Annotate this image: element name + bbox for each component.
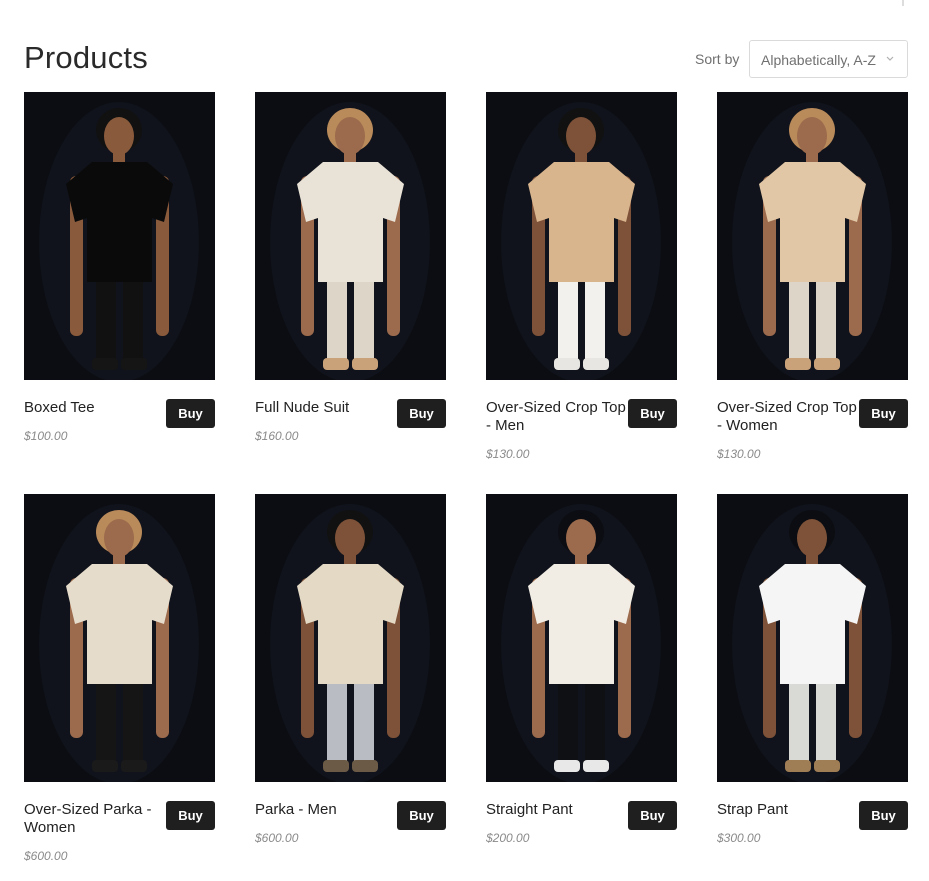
buy-button[interactable]: Buy: [166, 399, 215, 428]
buy-button[interactable]: Buy: [397, 801, 446, 830]
product-name[interactable]: Straight Pant: [486, 801, 626, 819]
product-image[interactable]: [24, 92, 215, 380]
buy-button[interactable]: Buy: [166, 801, 215, 830]
product-name[interactable]: Parka - Men: [255, 801, 395, 819]
product-card[interactable]: Full Nude Suit $160.00 Buy: [255, 92, 446, 472]
product-name[interactable]: Over-Sized Crop Top - Women: [717, 399, 857, 435]
product-price: $130.00: [486, 447, 530, 461]
page-title: Products: [24, 40, 148, 75]
product-image[interactable]: [255, 494, 446, 782]
product-image[interactable]: [717, 494, 908, 782]
product-name[interactable]: Strap Pant: [717, 801, 857, 819]
product-name[interactable]: Over-Sized Crop Top - Men: [486, 399, 626, 435]
chevron-down-icon: [886, 56, 894, 61]
product-image[interactable]: [24, 494, 215, 782]
buy-button[interactable]: Buy: [859, 399, 908, 428]
product-price: $100.00: [24, 429, 68, 443]
product-image[interactable]: [255, 92, 446, 380]
product-card[interactable]: Over-Sized Crop Top - Men $130.00 Buy: [486, 92, 677, 472]
product-card[interactable]: Parka - Men $600.00 Buy: [255, 494, 446, 874]
product-card[interactable]: Strap Pant $300.00 Buy: [717, 494, 908, 874]
product-card[interactable]: Straight Pant $200.00 Buy: [486, 494, 677, 874]
buy-button[interactable]: Buy: [628, 399, 677, 428]
buy-button[interactable]: Buy: [859, 801, 908, 830]
product-price: $600.00: [24, 849, 68, 863]
product-name[interactable]: Over-Sized Parka - Women: [24, 801, 164, 837]
product-card[interactable]: Over-Sized Crop Top - Women $130.00 Buy: [717, 92, 908, 472]
product-price: $130.00: [717, 447, 761, 461]
product-price: $160.00: [255, 429, 299, 443]
product-image[interactable]: [486, 92, 677, 380]
product-image[interactable]: [717, 92, 908, 380]
sort-by-label: Sort by: [695, 51, 740, 67]
product-image[interactable]: [486, 494, 677, 782]
product-card[interactable]: Boxed Tee $100.00 Buy: [24, 92, 215, 472]
product-name[interactable]: Boxed Tee: [24, 399, 164, 417]
product-name[interactable]: Full Nude Suit: [255, 399, 395, 417]
buy-button[interactable]: Buy: [397, 399, 446, 428]
product-price: $200.00: [486, 831, 530, 845]
sort-select[interactable]: Alphabetically, A-Z: [749, 40, 908, 78]
product-price: $300.00: [717, 831, 761, 845]
buy-button[interactable]: Buy: [628, 801, 677, 830]
product-card[interactable]: Over-Sized Parka - Women $600.00 Buy: [24, 494, 215, 874]
product-price: $600.00: [255, 831, 299, 845]
page-corner-mark: [902, 0, 904, 6]
sort-selected-value: Alphabetically, A-Z: [761, 52, 876, 68]
